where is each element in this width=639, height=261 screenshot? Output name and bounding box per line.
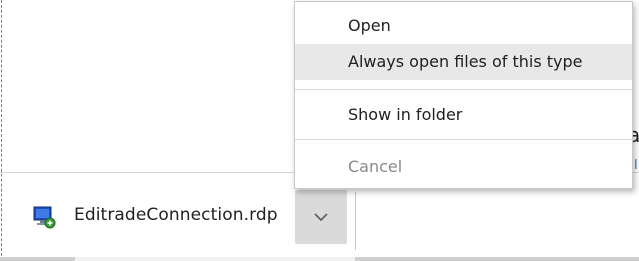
rdp-file-icon xyxy=(33,206,56,229)
chevron-down-icon xyxy=(314,213,328,222)
menu-separator xyxy=(295,89,632,90)
menu-item-cancel: Cancel xyxy=(348,157,403,176)
download-context-menu: Open Always open files of this type Show… xyxy=(294,1,633,189)
download-shelf-separator xyxy=(355,192,356,250)
menu-item-always-open[interactable]: Always open files of this type xyxy=(295,44,632,80)
menu-separator xyxy=(295,139,632,140)
menu-item-show-in-folder[interactable]: Show in folder xyxy=(295,99,632,131)
download-item[interactable]: EditradeConnection.rdp xyxy=(12,188,356,246)
download-shelf-bottom-highlight xyxy=(75,257,355,261)
partial-page-link[interactable]: l xyxy=(634,158,639,172)
menu-item-open[interactable]: Open xyxy=(295,11,632,41)
download-menu-button[interactable] xyxy=(295,190,347,244)
browser-download-area: a l EditradeConnection.rdp Open Always o… xyxy=(0,0,639,261)
download-file-name[interactable]: EditradeConnection.rdp xyxy=(74,205,278,225)
dashed-edge xyxy=(1,0,2,261)
